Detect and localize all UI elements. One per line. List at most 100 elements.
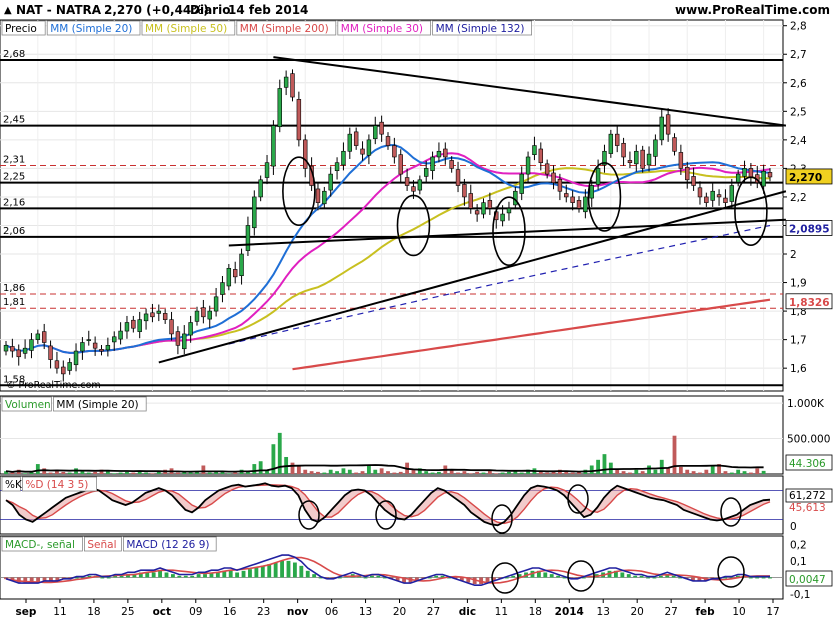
candle-body <box>80 342 85 352</box>
macd-legend: MACD-, señal Señal MACD (12 26 9) <box>1 536 217 552</box>
macd-bar <box>164 572 169 578</box>
header-date: 14 feb 2014 <box>228 3 308 17</box>
price-level-label: 2,16 <box>3 197 25 208</box>
volume-bar <box>360 471 365 474</box>
candle-body <box>653 139 658 157</box>
macd-bar <box>203 574 207 578</box>
x-tick-label: 17 <box>766 606 779 618</box>
candle-body <box>551 172 556 183</box>
candle-body <box>271 125 276 167</box>
candle-body <box>659 116 664 141</box>
candle-body <box>583 196 588 213</box>
candle-body <box>646 153 652 166</box>
price-level-label: 2,06 <box>3 226 25 237</box>
macd-bar <box>620 572 625 578</box>
candle-body <box>379 121 384 135</box>
candle-body <box>685 166 690 181</box>
price-y-tick-label: 2 <box>790 249 797 261</box>
volume-bar <box>233 472 238 474</box>
volume-bar <box>386 471 390 474</box>
macd-bar <box>633 575 638 578</box>
macd-legend-item: MACD-, señal <box>5 539 75 551</box>
volume-bar <box>424 471 429 474</box>
volume-bar <box>475 471 480 474</box>
price-last-badge: 2,270 <box>789 172 822 184</box>
candle-body <box>258 179 263 198</box>
price-y-tick-label: 1,6 <box>790 363 807 375</box>
candle-body <box>411 186 416 192</box>
volume-bar <box>309 471 314 474</box>
header-arrow-icon: ▲ <box>4 5 12 16</box>
x-tick-label: oct <box>153 606 171 618</box>
header-symbol: NAT - NATRA <box>16 3 102 17</box>
candle-body <box>360 148 365 155</box>
macd-bar <box>768 577 772 579</box>
volume-bar <box>392 472 397 474</box>
volume-bar <box>748 472 753 474</box>
volume-legend-item: Volumen <box>5 399 51 411</box>
volume-bar <box>379 468 384 474</box>
volume-bar <box>252 464 257 474</box>
price-level-label: 1,81 <box>3 297 25 308</box>
candle-body <box>124 322 130 332</box>
price-sma200-badge: 1,8326 <box>789 297 830 309</box>
candle-body <box>564 193 569 198</box>
x-tick-label: 13 <box>359 606 372 618</box>
candle-body <box>239 253 244 277</box>
candle-body <box>245 225 251 251</box>
candle-body <box>67 362 72 371</box>
macd-bar <box>652 577 657 579</box>
macd-bar <box>543 572 548 578</box>
volume-bar <box>341 468 346 474</box>
candle-body <box>443 148 448 158</box>
macd-bar <box>248 569 252 578</box>
candle-body <box>500 213 505 222</box>
candle-body <box>672 137 677 152</box>
candle-body <box>137 319 142 332</box>
macd-bar <box>151 572 156 578</box>
candle-body <box>710 190 715 201</box>
candle-body <box>691 176 696 186</box>
volume-bar <box>67 472 72 474</box>
x-tick-label: 23 <box>257 606 270 618</box>
volume-bar <box>226 473 231 474</box>
candle-body <box>162 313 168 320</box>
volume-bar <box>742 471 747 474</box>
volume-bar <box>290 462 295 474</box>
volume-bar <box>596 459 601 474</box>
x-tick-label: 27 <box>427 606 440 618</box>
volume-bar <box>653 469 658 474</box>
volume-bar <box>755 468 760 474</box>
volume-bar <box>672 435 677 474</box>
header-period: Diario <box>190 3 230 17</box>
candle-body <box>557 178 563 192</box>
macd-bar <box>196 574 201 578</box>
volume-bar <box>258 461 263 474</box>
candle-body <box>16 349 21 358</box>
candle-body <box>697 187 703 198</box>
price-level-label: 2,68 <box>3 49 25 60</box>
macd-bar <box>363 577 368 579</box>
candle-body <box>334 162 340 171</box>
candle-body <box>627 160 633 163</box>
stoch-legend-item: %D (14 3 5) <box>25 479 88 491</box>
volume-bar <box>640 471 645 474</box>
volume-bar <box>303 469 308 474</box>
candle-body <box>99 349 104 352</box>
candle-body <box>678 152 684 169</box>
price-y-tick-label: 2,5 <box>790 106 807 118</box>
x-tick-label: 11 <box>53 606 66 618</box>
macd-bar <box>280 560 284 578</box>
stoch-zero-label: 0 <box>790 521 797 533</box>
candle-body <box>767 172 773 178</box>
price-y-tick-label: 2,7 <box>790 49 807 61</box>
macd-bar <box>183 575 188 578</box>
volume-bar <box>398 471 403 474</box>
volume-legend: Volumen MM (Simple 20) <box>1 396 147 412</box>
volume-bar <box>647 465 651 474</box>
volume-bar <box>93 471 98 474</box>
volume-bar <box>316 471 320 474</box>
volume-bar <box>144 472 148 474</box>
candle-body <box>436 150 442 158</box>
stoch-y-axis: 0 <box>790 521 797 533</box>
